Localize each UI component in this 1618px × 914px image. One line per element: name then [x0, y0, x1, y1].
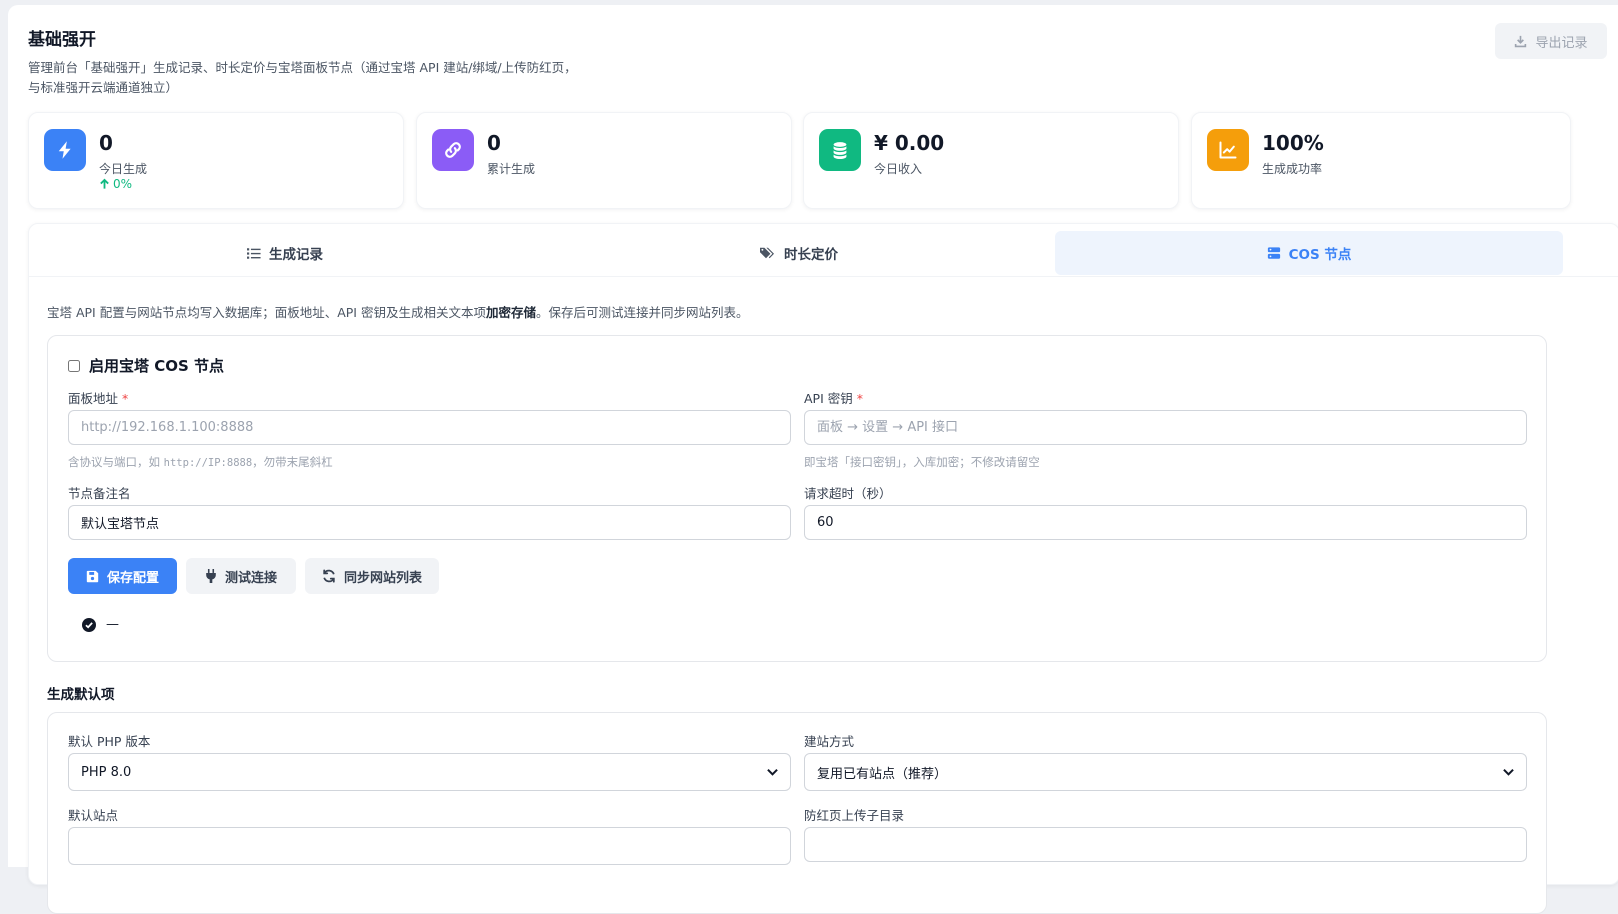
default-site-select[interactable] [68, 827, 791, 865]
page-title: 基础强开 [28, 30, 96, 50]
tab-bar: 生成记录 时长定价 COS 节点 [29, 224, 1618, 277]
plug-icon [206, 569, 216, 583]
php-version-label: 默认 PHP 版本 [68, 734, 151, 749]
lightning-icon [44, 129, 86, 171]
sync-sites-button[interactable]: 同步网站列表 [305, 558, 439, 594]
enable-node-toggle[interactable]: 启用宝塔 COS 节点 [68, 355, 224, 376]
connection-status-text: — [106, 617, 119, 632]
refresh-icon [323, 569, 335, 583]
floppy-disk-icon [86, 570, 99, 582]
connection-status: — [82, 617, 119, 632]
arrow-up-icon [100, 178, 109, 189]
timeout-label: 请求超时（秒） [804, 486, 892, 501]
tab-duration-pricing[interactable]: 时长定价 [543, 231, 1055, 275]
node-name-input[interactable] [68, 505, 791, 540]
page: 基础强开 管理前台「基础强开」生成记录、时长定价与宝塔面板节点（通过宝塔 API… [8, 5, 1618, 914]
upload-dir-label: 防红页上传子目录 [804, 808, 905, 823]
tab-generation-records[interactable]: 生成记录 [29, 231, 541, 275]
tags-icon [760, 247, 774, 259]
main-panel: 生成记录 时长定价 COS 节点 宝塔 API 配置与网站节点均写入数据库；面板… [28, 223, 1618, 914]
stat-value: 0 [99, 131, 113, 155]
stat-value: 100% [1262, 131, 1324, 155]
tab-cos-node[interactable]: COS 节点 [1055, 231, 1563, 275]
stat-card-today-income: ¥ 0.00 今日收入 [803, 112, 1179, 209]
chevron-down-icon [767, 768, 778, 776]
php-version-select[interactable]: PHP 8.0 [68, 753, 791, 791]
link-icon [432, 129, 474, 171]
stat-label: 今日生成 [99, 162, 148, 176]
build-mode-label: 建站方式 [804, 734, 855, 749]
panel-url-label: 面板地址 * [68, 391, 129, 406]
export-records-label: 导出记录 [1535, 35, 1588, 51]
defaults-section-title: 生成默认项 [47, 687, 115, 703]
stat-card-success-rate: 100% 生成成功率 [1191, 112, 1571, 209]
tab-label: COS 节点 [1288, 247, 1352, 263]
panel-url-hint: 含协议与端口，如 http://IP:8888，勿带末尾斜杠 [68, 455, 333, 469]
node-config-card: 启用宝塔 COS 节点 面板地址 * 含协议与端口，如 http://IP:88… [47, 335, 1547, 662]
stat-value: ¥ 0.00 [874, 131, 945, 155]
stat-trend: 0% [99, 177, 132, 191]
test-connection-button[interactable]: 测试连接 [186, 558, 296, 594]
stat-card-today-generated: 0 今日生成 0% [28, 112, 404, 209]
page-header: 基础强开 管理前台「基础强开」生成记录、时长定价与宝塔面板节点（通过宝塔 API… [28, 25, 588, 98]
save-config-button[interactable]: 保存配置 [68, 558, 177, 594]
stat-label: 生成成功率 [1262, 162, 1323, 176]
config-notice: 宝塔 API 配置与网站节点均写入数据库；面板地址、API 密钥及生成相关文本项… [47, 305, 749, 320]
stat-trend-value: 0% [113, 177, 133, 191]
build-mode-select[interactable]: 复用已有站点（推荐） [804, 753, 1527, 791]
node-name-label: 节点备注名 [68, 486, 131, 501]
enable-node-label: 启用宝塔 COS 节点 [89, 357, 225, 375]
upload-dir-input[interactable] [804, 827, 1527, 862]
coins-icon [819, 129, 861, 171]
list-icon [247, 247, 261, 259]
server-icon [1267, 247, 1280, 259]
stat-label: 今日收入 [874, 162, 923, 176]
api-key-label: API 密钥 * [804, 391, 863, 406]
tab-label: 时长定价 [784, 247, 838, 263]
chevron-down-icon [1503, 768, 1514, 776]
enable-node-checkbox[interactable] [68, 359, 80, 372]
tab-label: 生成记录 [269, 247, 323, 263]
api-key-input[interactable] [804, 410, 1527, 445]
export-records-button[interactable]: 导出记录 [1495, 23, 1607, 59]
page-subtitle: 管理前台「基础强开」生成记录、时长定价与宝塔面板节点（通过宝塔 API 建站/绑… [28, 60, 577, 95]
check-circle-icon [82, 617, 96, 632]
timeout-input[interactable] [804, 505, 1527, 540]
stat-card-total-generated: 0 累计生成 [416, 112, 792, 209]
defaults-card: 默认 PHP 版本 PHP 8.0 建站方式 复用已有站点（推荐） 默认站点 防… [47, 712, 1547, 914]
api-key-hint: 即宝塔「接口密钥」，入库加密；不修改请留空 [804, 455, 1040, 469]
chart-line-icon [1207, 129, 1249, 171]
default-site-label: 默认站点 [68, 808, 119, 823]
stat-value: 0 [487, 131, 501, 155]
panel-url-input[interactable] [68, 410, 791, 445]
download-icon [1515, 35, 1527, 47]
stats-row: 0 今日生成 0% 0 累计生成 ¥ 0.00 今日收入 100% 生成成功率 [28, 112, 1618, 209]
stat-label: 累计生成 [487, 162, 536, 176]
